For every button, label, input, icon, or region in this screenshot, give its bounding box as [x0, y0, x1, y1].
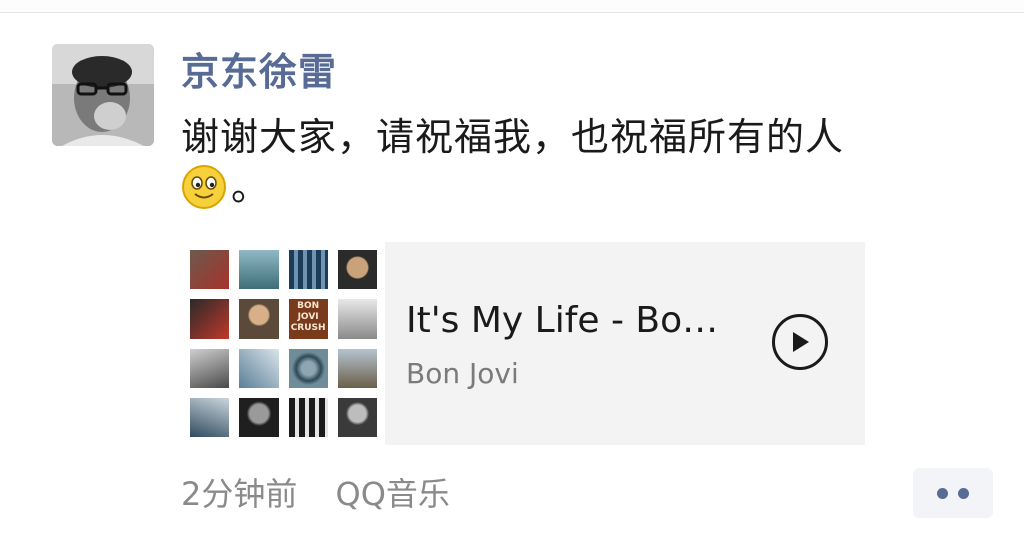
post-text-line2: 。 — [181, 162, 941, 212]
album-cover: BON JOVI CRUSH — [182, 242, 385, 445]
cover-text: JOVI — [297, 312, 319, 323]
timestamp: 2分钟前 — [181, 475, 298, 513]
cover-tile — [239, 348, 279, 388]
post-text-suffix: 。 — [231, 165, 271, 209]
cover-tile — [337, 299, 377, 339]
song-title: It's My Life - Bo… — [406, 300, 719, 341]
post-text-line1: 谢谢大家，请祝福我，也祝福所有的人 — [181, 115, 845, 159]
cover-text: CRUSH — [290, 323, 326, 334]
play-button[interactable] — [772, 314, 828, 370]
cover-tile-bon-jovi: BON JOVI CRUSH — [288, 299, 328, 339]
smile-emoji-icon — [182, 165, 226, 209]
play-icon — [793, 332, 809, 352]
top-divider — [0, 0, 1024, 13]
cover-tile — [288, 397, 328, 437]
cover-tile — [190, 250, 230, 290]
artist-name: Bon Jovi — [406, 357, 519, 390]
cover-tile — [190, 348, 230, 388]
dot-icon — [958, 487, 969, 499]
source-link[interactable]: QQ音乐 — [336, 475, 450, 513]
post-content: 谢谢大家，请祝福我，也祝福所有的人 。 — [181, 112, 941, 212]
cover-tile — [337, 348, 377, 388]
cover-tile — [288, 250, 328, 290]
cover-tile — [239, 397, 279, 437]
cover-tile — [239, 299, 279, 339]
cover-tile — [288, 348, 328, 388]
music-card[interactable]: BON JOVI CRUSH It's My Life - Bo… Bon Jo… — [182, 242, 865, 445]
cover-tile — [239, 250, 279, 290]
post-meta: 2分钟前 QQ音乐 — [181, 474, 478, 514]
cover-tile — [190, 397, 230, 437]
dot-icon — [937, 487, 948, 499]
author-name[interactable]: 京东徐雷 — [181, 48, 337, 96]
cover-tile — [190, 299, 230, 339]
avatar[interactable] — [52, 44, 154, 146]
cover-tile — [337, 397, 377, 437]
cover-text: BON — [297, 301, 320, 312]
more-actions-button[interactable] — [913, 468, 993, 518]
cover-tile — [337, 250, 377, 290]
